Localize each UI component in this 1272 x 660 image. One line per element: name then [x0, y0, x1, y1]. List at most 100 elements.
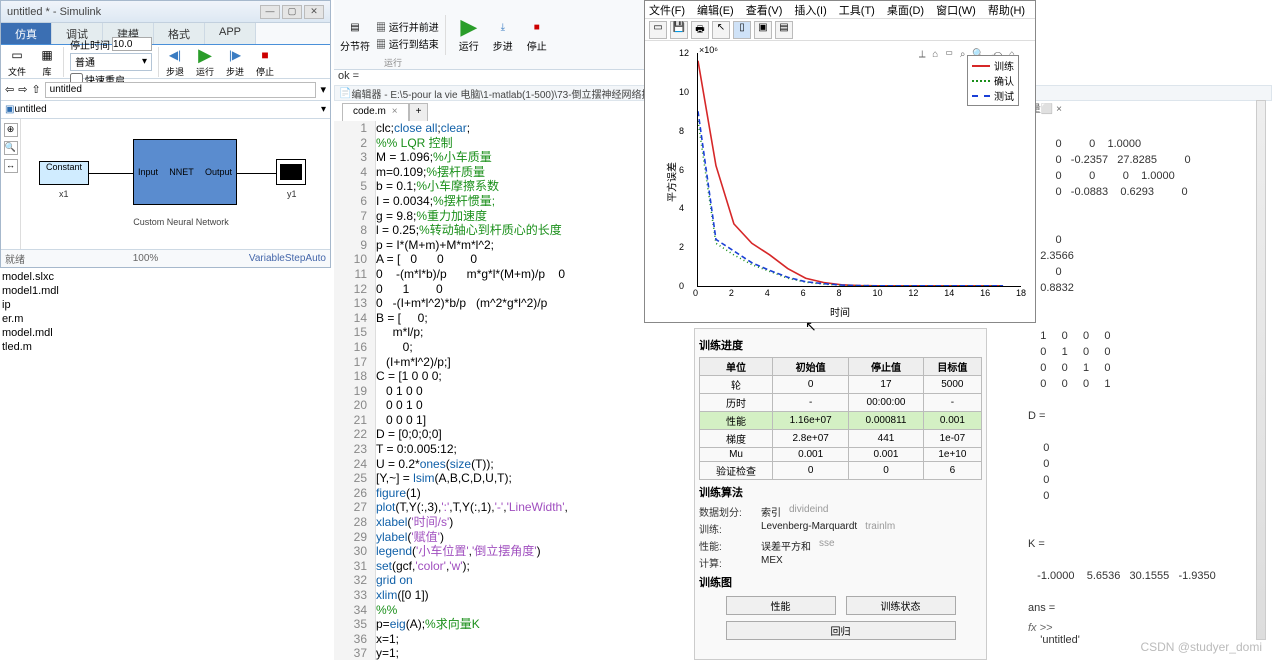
minimize-icon[interactable]: — — [260, 5, 280, 19]
lib-label: 库 — [42, 65, 51, 78]
simulink-canvas[interactable]: Constant x1 Input NNET Output Custom Neu… — [21, 119, 330, 267]
tab-code[interactable]: code.m× — [342, 103, 409, 121]
pan-icon[interactable]: ↔ — [4, 159, 18, 173]
prompt[interactable]: fx >> — [1028, 622, 1052, 634]
file-item[interactable]: er.m — [2, 312, 118, 326]
breadcrumb-text[interactable]: untitled — [14, 104, 46, 115]
code-body[interactable]: clc;close all;clear;%% LQR 控制M = 1.096;%… — [376, 121, 644, 660]
mode-dropdown[interactable]: 普通▾ — [70, 53, 152, 71]
library-icon[interactable]: ▦ — [37, 45, 57, 65]
plot-area: ⟂ ⌂ ▭ ⌕ 🔍 ⤺ ⌂ 平方误差 时间 ×10⁶ 训练 确认 测试 0246… — [649, 45, 1031, 319]
print-icon[interactable]: 🖶 — [691, 21, 709, 39]
sections-label: 分节符 — [340, 38, 370, 53]
step-label: 步进 — [493, 38, 513, 53]
stoptime-label: 停止时间 — [70, 37, 110, 52]
file-item[interactable]: model1.mdl — [2, 284, 118, 298]
menu-insert[interactable]: 插入(I) — [794, 2, 826, 18]
state-button[interactable]: 训练状态 — [846, 596, 956, 615]
file-label: 文件 — [8, 65, 26, 78]
simulink-statusbar: 就绪 100% VariableStepAuto — [1, 249, 330, 267]
menu-desktop[interactable]: 桌面(D) — [887, 2, 924, 18]
save-fig-icon[interactable]: 💾 — [670, 21, 688, 39]
block-scope[interactable] — [276, 159, 306, 185]
menu-help[interactable]: 帮助(H) — [988, 2, 1025, 18]
zoom-fit-icon[interactable]: ⊕ — [4, 123, 18, 137]
simulink-palette: ⊕ 🔍 ↔ — [1, 119, 21, 267]
menu-edit[interactable]: 编辑(E) — [697, 2, 734, 18]
progress-title: 训练进度 — [699, 337, 982, 353]
block-nnet[interactable]: Input NNET Output — [133, 139, 237, 205]
cursor-icon: ↖ — [805, 318, 817, 335]
scrollbar[interactable] — [1256, 100, 1266, 640]
simulink-titlebar[interactable]: untitled * - Simulink — ▢ ✕ — [1, 1, 330, 23]
run-label: 运行 — [196, 65, 214, 78]
stoptime-input[interactable] — [112, 37, 152, 51]
new-icon[interactable]: ▭ — [7, 45, 27, 65]
tab-app[interactable]: APP — [205, 23, 256, 44]
stop-icon[interactable]: ■ — [255, 45, 275, 65]
back-button[interactable]: 回归 — [726, 621, 956, 640]
block-constant[interactable]: Constant — [39, 161, 89, 185]
line-gutter: 1234567891011121314151617181920212223242… — [334, 121, 376, 660]
menu-window[interactable]: 窗口(W) — [936, 2, 976, 18]
menu-view[interactable]: 查看(V) — [746, 2, 783, 18]
label-x1: x1 — [59, 189, 69, 199]
simulink-toolstrip: ▭ 文件 ▦ 库 停止时间 普通▾ 快速重启 ◀|步退 ▶运行 |▶步进 ■停止 — [1, 45, 330, 79]
progress-table: 单位初始值停止值目标值 轮0175000历时-00:00:00-性能1.16e+… — [699, 357, 982, 480]
file-browser: model.slxc model1.mdl ip er.m model.mdl … — [0, 268, 120, 356]
close-icon[interactable]: ✕ — [304, 5, 324, 19]
code-editor[interactable]: 1234567891011121314151617181920212223242… — [334, 121, 644, 660]
tab-close-icon[interactable]: × — [392, 106, 398, 117]
zoom-tool-icon[interactable]: 🔍 — [4, 141, 18, 155]
figure-window: 文件(F) 编辑(E) 查看(V) 插入(I) 工具(T) 桌面(D) 窗口(W… — [644, 0, 1036, 323]
pin-icon[interactable]: ▾ — [321, 104, 326, 115]
doc-icon: 📄 — [339, 88, 351, 99]
insp-icon[interactable]: ▣ — [754, 21, 772, 39]
file-item[interactable]: tled.m — [2, 340, 118, 354]
file-item[interactable]: model.slxc — [2, 270, 118, 284]
play-icon[interactable]: ▶ — [458, 16, 480, 38]
run-to-end-button[interactable]: ▦ 运行到结束 — [376, 36, 439, 51]
run-icon[interactable]: ▶ — [195, 45, 215, 65]
model-path-input[interactable] — [45, 82, 317, 98]
editor-path-text: 编辑器 - E:\5-pour la vie 电脑\1-matlab(1-500… — [351, 86, 690, 101]
back-icon[interactable]: ⇦ — [5, 83, 14, 96]
simulink-title: untitled * - Simulink — [7, 6, 258, 18]
tab-sim[interactable]: 仿真 — [1, 23, 52, 44]
tab-format[interactable]: 格式 — [154, 23, 205, 44]
legend[interactable]: 训练 确认 测试 — [967, 55, 1019, 106]
dropdown-icon[interactable]: ▾ — [320, 83, 326, 96]
section-icon[interactable]: ▤ — [344, 16, 366, 38]
new-fig-icon[interactable]: ▭ — [649, 21, 667, 39]
perf-button[interactable]: 性能 — [726, 596, 836, 615]
cmdwin-output: ok = — [338, 70, 359, 82]
ylabel: 平方误差 — [664, 162, 679, 202]
menu-tools[interactable]: 工具(T) — [839, 2, 875, 18]
status-zoom: 100% — [61, 253, 230, 264]
run2-label: 运行 — [459, 38, 479, 53]
simulink-breadcrumb: ▣ untitled ▾ — [1, 101, 330, 119]
more-icon[interactable]: ▤ — [775, 21, 793, 39]
status-solver[interactable]: VariableStepAuto — [230, 253, 330, 264]
file-item[interactable]: model.mdl — [2, 326, 118, 340]
watermark: CSDN @studyer_domi — [1140, 640, 1262, 654]
menu-file[interactable]: 文件(F) — [649, 2, 685, 18]
step-icon[interactable]: ⤓ — [492, 16, 514, 38]
cmd-output: 0 0 1.0000 0 -0.2357 27.8285 0 0 0 0 1.0… — [1028, 120, 1268, 648]
stop2-icon[interactable]: ■ — [526, 16, 548, 38]
fwd-icon[interactable]: ⇨ — [18, 83, 27, 96]
file-item[interactable]: ip — [2, 298, 118, 312]
editor-toolstrip: ▤ 分节符 ▦ 运行并前进 ▦ 运行到结束 ▶运行 ⤓步进 ■停止 运行 — [334, 0, 664, 70]
section-run-label: 运行 — [384, 56, 402, 69]
stepfwd-icon[interactable]: |▶ — [225, 45, 245, 65]
maximize-icon[interactable]: ▢ — [282, 5, 302, 19]
simulink-navbar: ⇦ ⇨ ⇧ ▾ — [1, 79, 330, 101]
stepback-icon[interactable]: ◀| — [165, 45, 185, 65]
figure-toolbar: ▭ 💾 🖶 ↖ ▯ ▣ ▤ — [645, 19, 1035, 41]
rect-icon[interactable]: ▯ — [733, 21, 751, 39]
simulink-window: untitled * - Simulink — ▢ ✕ 仿真 调试 建模 格式 … — [0, 0, 331, 268]
up-icon[interactable]: ⇧ — [31, 83, 40, 96]
cursor-icon[interactable]: ↖ — [712, 21, 730, 39]
run-advance-button[interactable]: ▦ 运行并前进 — [376, 19, 439, 34]
tab-add[interactable]: + — [409, 103, 429, 121]
